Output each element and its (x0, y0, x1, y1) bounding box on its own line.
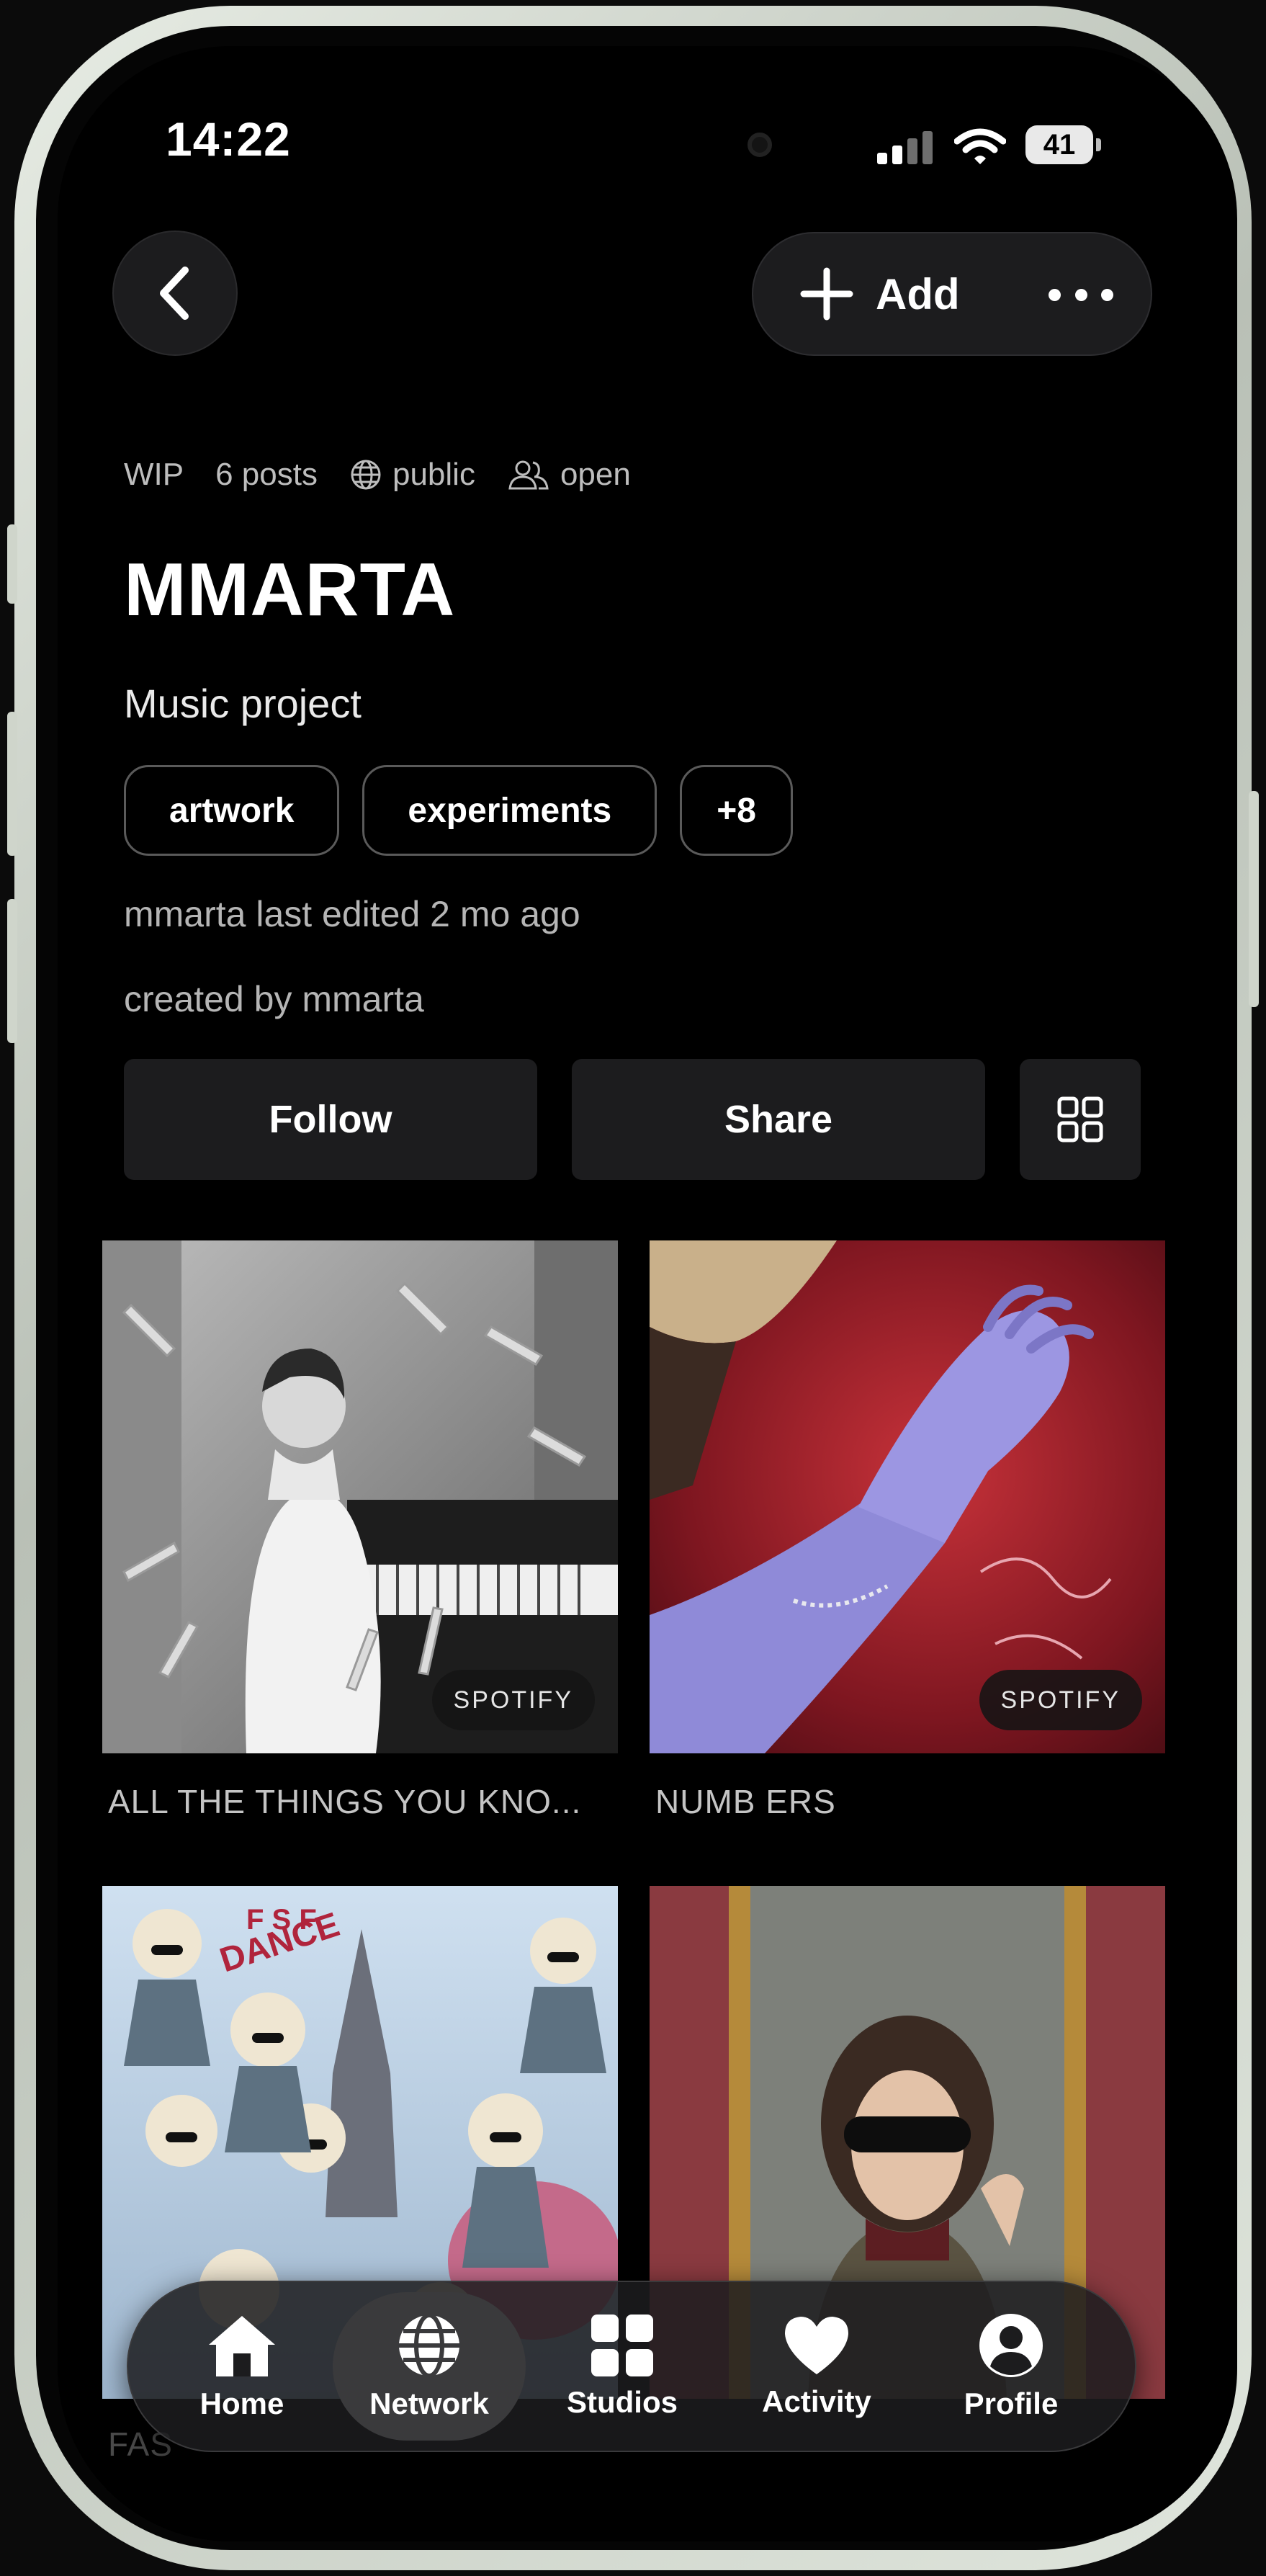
post-thumbnail: SPOTIFY (650, 1240, 1165, 1753)
tab-studios[interactable]: Studios (526, 2292, 719, 2441)
plus-icon (800, 267, 853, 321)
share-button[interactable]: Share (572, 1059, 985, 1180)
grid-icon (591, 2315, 653, 2376)
follow-button[interactable]: Follow (124, 1059, 537, 1180)
source-badge: SPOTIFY (431, 1670, 595, 1730)
camera-indicator (748, 133, 772, 157)
tag-list: artwork experiments +8 (124, 765, 816, 856)
post-card[interactable]: SPOTIFY NUMB ERS (650, 1240, 1165, 1831)
tab-network[interactable]: Network (333, 2292, 526, 2441)
last-edited-text: mmarta last edited 2 mo ago (124, 894, 580, 934)
people-icon (508, 460, 549, 490)
more-options-button[interactable] (1049, 269, 1113, 320)
tag-chip[interactable]: experiments (362, 765, 657, 856)
back-button[interactable] (112, 231, 238, 356)
cellular-signal-icon (877, 131, 933, 164)
tab-label: Network (369, 2387, 489, 2420)
tab-label: Home (199, 2387, 284, 2420)
tab-label: Activity (762, 2384, 871, 2418)
power-button (1249, 791, 1259, 1007)
post-title: ALL THE THINGS YOU KNO... (108, 1783, 582, 1820)
header-actions: Add (752, 232, 1152, 356)
post-count: 6 posts (215, 457, 318, 492)
post-thumbnail: SPOTIFY (102, 1240, 618, 1753)
battery-level: 41 (1025, 125, 1093, 164)
tab-activity[interactable]: Activity (720, 2292, 913, 2441)
add-button[interactable]: Add (799, 233, 960, 354)
post-card[interactable]: SPOTIFY ALL THE THINGS YOU KNO... (102, 1240, 618, 1831)
tab-home[interactable]: Home (145, 2292, 338, 2441)
globe-icon (399, 2313, 459, 2378)
status-badge: WIP (124, 457, 184, 492)
status-time: 14:22 (166, 112, 291, 166)
volume-up-button (7, 712, 17, 856)
layout-toggle-button[interactable] (1020, 1059, 1141, 1180)
screen: 14:22 41 Add WIP 6 posts public open MMA… (58, 46, 1237, 2541)
project-description: Music project (124, 681, 362, 726)
battery-icon: 41 (1025, 125, 1101, 164)
home-icon (209, 2316, 275, 2376)
profile-icon (979, 2314, 1043, 2377)
tab-label: Studios (567, 2385, 678, 2419)
membership: open (507, 457, 631, 493)
action-button (7, 524, 17, 604)
more-tags-chip[interactable]: +8 (680, 765, 793, 856)
tab-bar: Home Network Studios Activity Profile (127, 2281, 1136, 2452)
poster-text: F S F (246, 1904, 317, 1936)
tag-chip[interactable]: artwork (124, 765, 340, 856)
page-title: MMARTA (124, 548, 456, 632)
tab-label: Profile (964, 2387, 1059, 2420)
tab-profile[interactable]: Profile (915, 2292, 1108, 2441)
wifi-icon (954, 128, 1006, 164)
volume-down-button (7, 899, 17, 1043)
post-title: NUMB ERS (655, 1783, 836, 1820)
heart-icon (785, 2317, 848, 2374)
grid-view-icon (1057, 1096, 1103, 1142)
chevron-left-icon (160, 267, 189, 320)
add-label: Add (876, 269, 960, 318)
project-meta: WIP 6 posts public open (124, 457, 663, 493)
globe-icon (351, 460, 381, 490)
created-by-text: created by mmarta (124, 979, 424, 1019)
visibility: public (349, 457, 475, 493)
action-row: Follow Share (124, 1059, 1141, 1180)
source-badge: SPOTIFY (979, 1670, 1142, 1730)
